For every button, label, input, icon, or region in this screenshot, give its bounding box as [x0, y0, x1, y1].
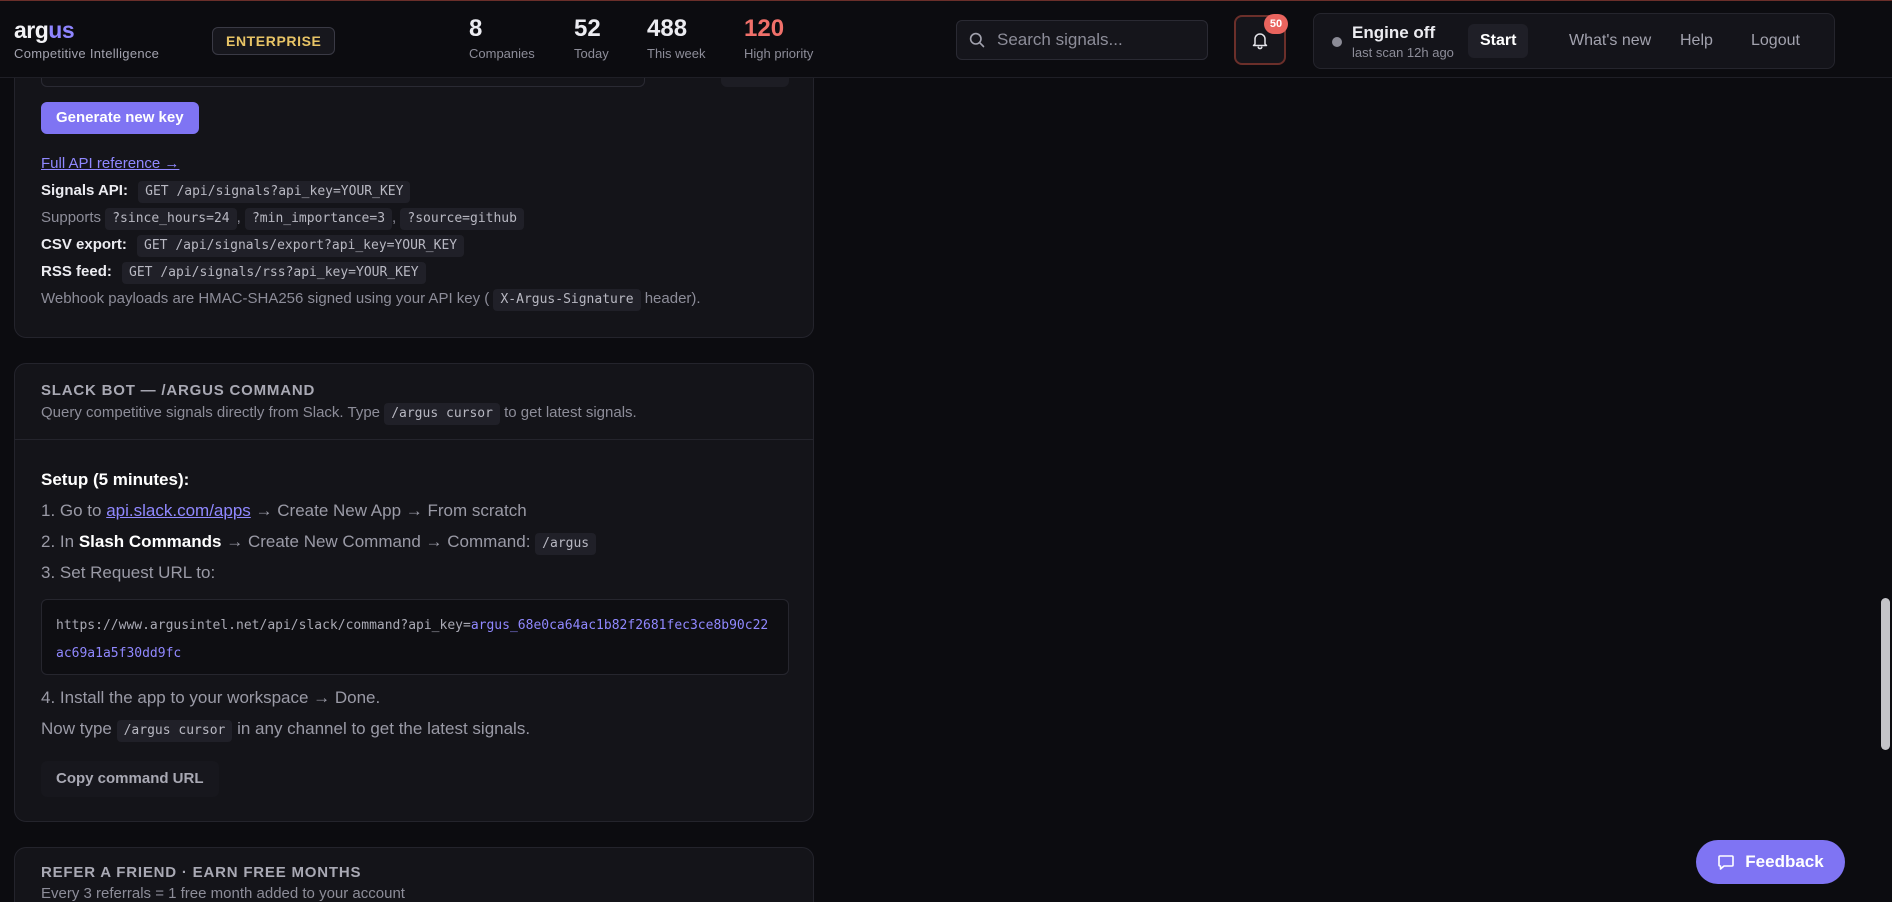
generate-key-button[interactable]: Generate new key: [41, 102, 199, 134]
search-icon: [969, 32, 985, 48]
signals-api-line: Signals API: GET /api/signals?api_key=YO…: [41, 181, 411, 203]
slack-card-header: SLACK BOT — /ARGUS COMMAND Query competi…: [15, 364, 813, 440]
api-reference-link[interactable]: Full API reference →: [41, 155, 179, 172]
stat-this-week: 488 This week: [647, 15, 706, 61]
signals-api-label: Signals API:: [41, 182, 128, 199]
feedback-label: Feedback: [1745, 852, 1824, 871]
csv-export-line: CSV export: GET /api/signals/export?api_…: [41, 235, 465, 257]
supports-text: Supports: [41, 209, 102, 226]
refer-card-subtitle: Every 3 referrals = 1 free month added t…: [41, 885, 405, 902]
setup-step-2: 2. In Slash Commands → Create New Comman…: [41, 532, 597, 555]
engine-status-title: Engine off: [1352, 23, 1436, 42]
stat-companies: 8 Companies: [469, 15, 535, 61]
stat-label: High priority: [744, 46, 814, 61]
csv-export-label: CSV export:: [41, 236, 127, 253]
stat-high-priority: 120 High priority: [744, 15, 813, 61]
supports-line: Supports ?since_hours=24, ?min_importanc…: [41, 208, 524, 230]
step-text-end: → Create New App → From scratch: [255, 501, 527, 520]
subtitle-text: Query competitive signals directly from …: [41, 404, 381, 421]
hint-text: Now type: [41, 719, 112, 738]
chat-bubble-icon: [1718, 855, 1735, 870]
feedback-button[interactable]: Feedback: [1696, 840, 1845, 884]
argus-command-code: /argus: [535, 533, 597, 555]
page-scrollbar[interactable]: [1880, 78, 1892, 902]
slack-card-subtitle: Query competitive signals directly from …: [41, 403, 787, 425]
rss-feed-label: RSS feed:: [41, 263, 112, 280]
setup-step-1: 1. Go to api.slack.com/apps → Create New…: [41, 501, 527, 521]
stat-today: 52 Today: [574, 15, 609, 61]
plan-badge: ENTERPRISE: [212, 27, 336, 55]
stat-value: 8: [469, 15, 483, 42]
webhook-signature-code: X-Argus-Signature: [493, 289, 641, 311]
rss-feed-line: RSS feed: GET /api/signals/rss?api_key=Y…: [41, 262, 426, 284]
slack-bot-card: SLACK BOT — /ARGUS COMMAND Query competi…: [14, 363, 814, 822]
usage-hint: Now type /argus cursor in any channel to…: [41, 719, 530, 742]
usage-command-code: /argus cursor: [116, 720, 233, 742]
stat-value: 488: [647, 15, 688, 42]
csv-export-code: GET /api/signals/export?api_key=YOUR_KEY: [137, 235, 465, 257]
start-button[interactable]: Start: [1468, 24, 1529, 58]
whats-new-button[interactable]: What's new: [1557, 24, 1663, 58]
signals-api-code: GET /api/signals?api_key=YOUR_KEY: [138, 181, 411, 203]
brand-logo: argus: [14, 17, 159, 44]
engine-status-dot-icon: [1332, 37, 1342, 47]
brand-subtitle: Competitive Intelligence: [14, 46, 160, 61]
refer-friend-card: REFER A FRIEND · EARN FREE MONTHS Every …: [14, 847, 814, 902]
notifications-button[interactable]: 50: [1234, 14, 1288, 65]
webhook-line: Webhook payloads are HMAC-SHA256 signed …: [41, 289, 701, 311]
slack-apps-link[interactable]: api.slack.com/apps: [106, 501, 251, 520]
search-input[interactable]: [997, 30, 1187, 50]
help-button[interactable]: Help: [1668, 24, 1725, 58]
api-key-field[interactable]: [41, 77, 645, 87]
scrollbar-thumb[interactable]: [1881, 598, 1890, 750]
slack-command-code: /argus cursor: [384, 403, 500, 425]
logout-button[interactable]: Logout: [1739, 24, 1812, 58]
setup-heading: Setup (5 minutes):: [41, 470, 190, 489]
stat-label: Today: [574, 46, 609, 61]
stat-value: 52: [574, 15, 601, 42]
engine-last-scan: last scan 12h ago: [1352, 45, 1454, 60]
setup-step-4: 4. Install the app to your workspace → D…: [41, 688, 381, 707]
bell-icon: [1252, 33, 1268, 50]
copy-key-button[interactable]: [721, 77, 789, 87]
brand-name-prefix: arg: [14, 17, 49, 43]
stat-value: 120: [744, 15, 785, 42]
param-since-hours: ?since_hours=24: [105, 208, 237, 230]
subtitle-text-end: to get latest signals.: [504, 404, 637, 421]
stat-label: Companies: [469, 46, 535, 61]
api-access-card: Generate new key Full API reference → Si…: [14, 40, 814, 338]
request-url-box[interactable]: https://www.argusintel.net/api/slack/com…: [41, 599, 789, 675]
copy-command-url-button[interactable]: Copy command URL: [41, 761, 219, 797]
search-box[interactable]: [956, 20, 1208, 60]
top-header: argus Competitive Intelligence ENTERPRIS…: [0, 0, 1892, 78]
brand[interactable]: argus Competitive Intelligence: [14, 17, 159, 61]
notification-count-badge: 50: [1264, 14, 1288, 34]
param-source: ?source=github: [400, 208, 524, 230]
setup-step-3: 3. Set Request URL to:: [41, 563, 216, 582]
slash-commands-label: Slash Commands: [78, 532, 222, 551]
step-text: 1. Go to: [41, 501, 102, 520]
stat-label: This week: [647, 46, 706, 61]
webhook-text: Webhook payloads are HMAC-SHA256 signed …: [41, 290, 490, 307]
slack-card-title: SLACK BOT — /ARGUS COMMAND: [41, 382, 316, 399]
request-url-base: https://www.argusintel.net/api/slack/com…: [56, 618, 471, 633]
brand-name-suffix: us: [48, 17, 75, 43]
webhook-text-end: header).: [644, 290, 701, 307]
hint-text-end: in any channel to get the latest signals…: [237, 719, 531, 738]
step-text-end: → Create New Command → Command:: [226, 532, 531, 551]
refer-card-title: REFER A FRIEND · EARN FREE MONTHS: [41, 864, 362, 881]
param-min-importance: ?min_importance=3: [244, 208, 393, 230]
engine-status-panel: Engine off last scan 12h ago Start What'…: [1313, 13, 1835, 69]
step-text: 2. In: [41, 532, 75, 551]
rss-feed-code: GET /api/signals/rss?api_key=YOUR_KEY: [122, 262, 426, 284]
